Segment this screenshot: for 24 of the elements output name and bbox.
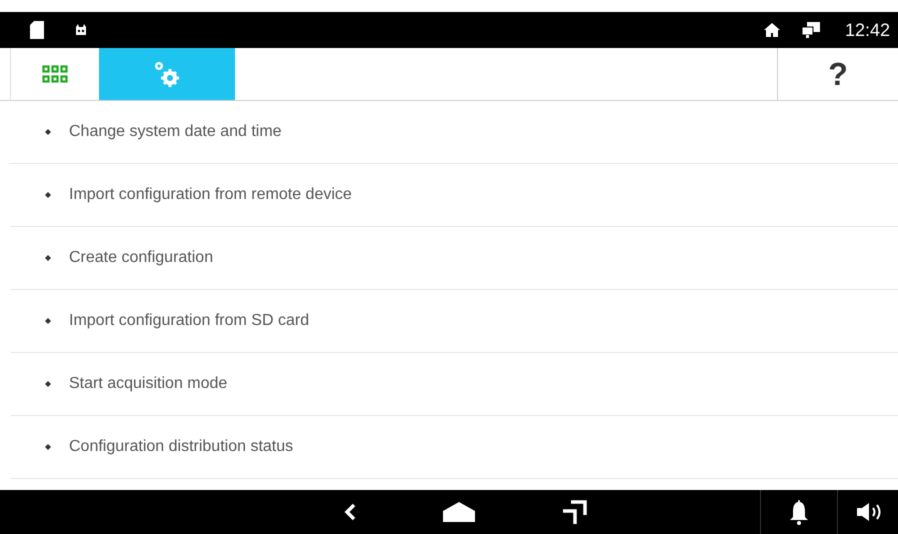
home-icon[interactable] [442, 501, 476, 523]
recent-apps-icon[interactable] [562, 499, 588, 525]
bullet-icon [45, 444, 51, 450]
gears-icon [153, 60, 181, 88]
robot-icon [74, 23, 88, 37]
bullet-icon [45, 192, 51, 198]
bullet-icon [45, 255, 51, 261]
menu-item[interactable]: Change system date and time [10, 101, 898, 164]
bullet-icon [45, 318, 51, 324]
bell-icon[interactable] [789, 499, 809, 525]
back-icon[interactable] [344, 503, 356, 521]
bullet-icon [45, 381, 51, 387]
sd-card-icon [30, 21, 44, 39]
menu-item[interactable]: Configuration distribution status [10, 416, 898, 479]
home-icon [762, 22, 781, 38]
menu-item[interactable]: Import configuration from SD card [10, 290, 898, 353]
help-button[interactable]: ? [777, 48, 898, 100]
grid-icon [42, 65, 68, 83]
menu-item[interactable]: Create configuration [10, 227, 898, 290]
menu-item[interactable]: Import configuration from remote device [10, 164, 898, 227]
bullet-icon [45, 129, 51, 135]
clock-time: 12:42 [844, 20, 890, 40]
monitor-icon [800, 21, 821, 39]
menu-item[interactable]: Start acquisition mode [10, 353, 898, 416]
